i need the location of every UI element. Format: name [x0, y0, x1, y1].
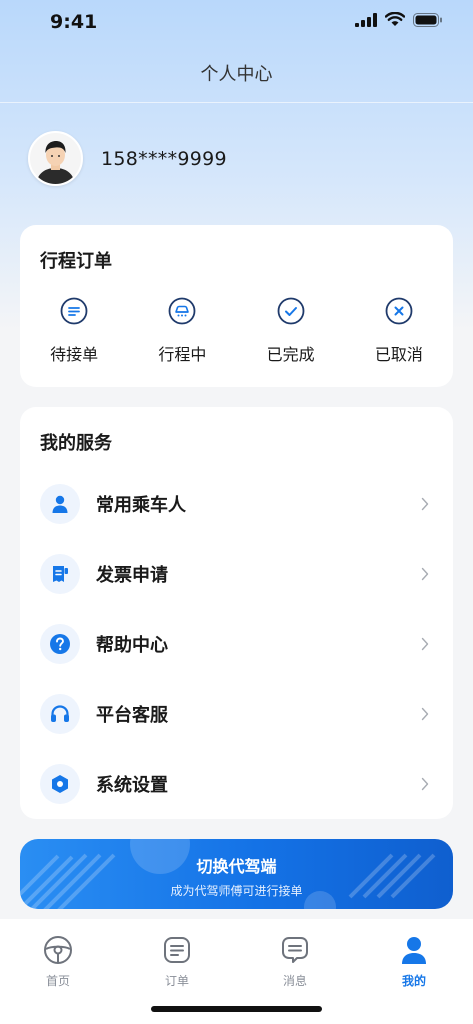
- tab-home[interactable]: 首页: [18, 935, 98, 989]
- car-circle-icon: [168, 297, 196, 325]
- settings-hex-icon: [52, 775, 68, 793]
- chevron-right-icon: [421, 777, 429, 791]
- chevron-right-icon: [421, 567, 429, 581]
- signal-icon: [355, 12, 377, 27]
- service-item-label: 平台客服: [96, 705, 168, 726]
- service-item-invoice[interactable]: 发票申请: [20, 539, 453, 609]
- page-title: 个人中心: [200, 64, 273, 85]
- service-item-label: 发票申请: [96, 565, 168, 586]
- question-icon: [50, 634, 70, 654]
- tab-messages[interactable]: 消息: [255, 935, 335, 989]
- trip-orders-list: 待接单 行程中 已完成 已取消: [20, 297, 453, 365]
- banner-title: 切换代驾端: [196, 857, 277, 876]
- steering-wheel-icon: [44, 936, 72, 964]
- trip-orders-title: 行程订单: [40, 251, 112, 272]
- list-circle-icon: [60, 297, 88, 325]
- services-title: 我的服务: [40, 433, 112, 454]
- trip-item-label: 已取消: [374, 345, 423, 364]
- status-icons: [355, 12, 443, 27]
- chevron-right-icon: [421, 637, 429, 651]
- chevron-right-icon: [421, 497, 429, 511]
- x-circle-icon: [385, 297, 413, 325]
- service-item-label: 系统设置: [96, 775, 168, 796]
- wifi-icon: [385, 12, 405, 26]
- order-list-icon: [164, 937, 190, 963]
- service-item-settings[interactable]: 系统设置: [20, 749, 453, 819]
- avatar-image: [30, 133, 81, 184]
- tab-label: 我的: [401, 974, 426, 988]
- banner-subtitle: 成为代驾师傅可进行接单: [170, 884, 303, 898]
- status-time: 9:41: [50, 11, 98, 33]
- trip-item-cancelled[interactable]: 已取消: [345, 297, 453, 365]
- nav-divider: [0, 102, 473, 103]
- headset-icon: [51, 705, 69, 722]
- trip-item-completed[interactable]: 已完成: [237, 297, 345, 365]
- trip-orders-card: 行程订单 待接单 行程中 已完成 已取消: [20, 225, 453, 387]
- invoice-icon: [53, 566, 68, 582]
- profile-header[interactable]: 158****9999: [28, 131, 227, 186]
- service-item-help[interactable]: 帮助中心: [20, 609, 453, 679]
- trip-item-label: 待接单: [50, 345, 99, 364]
- tab-label: 订单: [164, 974, 189, 988]
- services-list: 常用乘车人 发票申请 帮助中心 平台客服 系统设置: [20, 469, 453, 819]
- tab-label: 消息: [282, 974, 307, 988]
- tab-label: 首页: [45, 974, 70, 988]
- user-phone: 158****9999: [101, 147, 227, 170]
- switch-driver-banner[interactable]: 切换代驾端 成为代驾师傅可进行接单: [20, 839, 453, 909]
- home-indicator: [151, 1006, 322, 1012]
- trip-item-pending[interactable]: 待接单: [20, 297, 128, 365]
- trip-item-in-progress[interactable]: 行程中: [128, 297, 236, 365]
- service-item-passengers[interactable]: 常用乘车人: [20, 469, 453, 539]
- trip-item-label: 已完成: [266, 345, 315, 364]
- trip-item-label: 行程中: [158, 345, 207, 364]
- services-card: 我的服务 常用乘车人 发票申请 帮助中心 平台客服 系统设置: [20, 407, 453, 819]
- tab-orders[interactable]: 订单: [137, 935, 217, 989]
- message-icon: [282, 937, 308, 963]
- tab-mine[interactable]: 我的: [374, 935, 454, 989]
- person-icon: [52, 495, 68, 513]
- service-item-support[interactable]: 平台客服: [20, 679, 453, 749]
- check-circle-icon: [277, 297, 305, 325]
- status-bar: 9:41: [0, 0, 473, 44]
- battery-icon: [413, 12, 442, 27]
- avatar[interactable]: [28, 131, 83, 186]
- service-item-label: 常用乘车人: [96, 495, 186, 516]
- service-item-label: 帮助中心: [96, 635, 168, 656]
- chevron-right-icon: [421, 707, 429, 721]
- user-icon: [402, 937, 426, 964]
